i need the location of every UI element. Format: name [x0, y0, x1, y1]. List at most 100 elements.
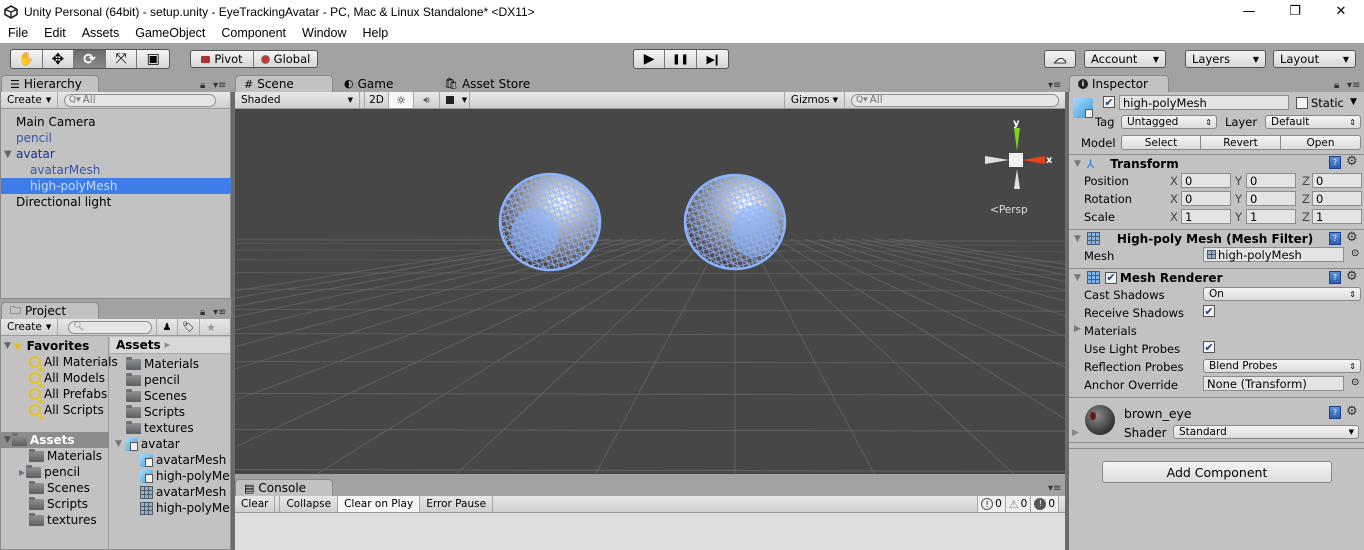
panel-splitter[interactable]: [1065, 92, 1069, 550]
audio-toggle[interactable]: 🔊︎: [414, 92, 440, 108]
tree-folder-item[interactable]: textures: [29, 512, 97, 528]
help-book-icon[interactable]: ?: [1329, 406, 1341, 419]
restore-button[interactable]: ❐: [1272, 0, 1318, 23]
2d-toggle[interactable]: 2D: [364, 92, 389, 108]
cloud-button[interactable]: ☁: [1044, 50, 1076, 68]
account-dropdown[interactable]: Account ▼: [1084, 50, 1166, 68]
panel-splitter[interactable]: [231, 92, 235, 550]
favorite-item[interactable]: All Scripts: [29, 402, 104, 418]
hierarchy-item-directional-light[interactable]: Directional light: [1, 194, 231, 210]
tree-folder-item[interactable]: ▶ pencil: [19, 464, 80, 480]
rotation-z-input[interactable]: 0: [1312, 191, 1362, 206]
transform-header[interactable]: ▼ ⅄ Transform: [1069, 154, 1364, 172]
left-eye-mesh[interactable]: [498, 172, 602, 272]
foldout-arrow-icon[interactable]: ▼: [1074, 273, 1081, 283]
asset-folder[interactable]: Scripts: [126, 404, 185, 420]
asset-folder[interactable]: Scenes: [126, 388, 187, 404]
tab-game[interactable]: ◐ Game: [336, 75, 432, 92]
model-open-button[interactable]: Open: [1281, 135, 1361, 150]
right-eye-mesh[interactable]: [683, 173, 787, 271]
rotate-tool-button[interactable]: ⟳: [74, 50, 106, 68]
filter-by-type-button[interactable]: ♟: [156, 319, 178, 335]
help-book-icon[interactable]: ?: [1329, 232, 1341, 245]
favorite-item[interactable]: All Prefabs: [29, 386, 107, 402]
pivot-toggle[interactable]: Pivot: [191, 51, 255, 67]
rotation-x-input[interactable]: 0: [1181, 191, 1231, 206]
orientation-gizmo[interactable]: y x <Persp: [985, 118, 1053, 216]
scale-z-input[interactable]: 1: [1312, 209, 1362, 224]
effects-toggle[interactable]: [440, 92, 460, 108]
tree-folder-item[interactable]: Scenes: [29, 480, 90, 496]
cast-shadows-dropdown[interactable]: On ⇕: [1203, 287, 1361, 301]
scale-y-input[interactable]: 1: [1246, 209, 1296, 224]
project-create-button[interactable]: Create ▼: [1, 319, 58, 335]
tab-hierarchy[interactable]: ☰ Hierarchy: [1, 75, 99, 92]
foldout-arrow-icon[interactable]: ▼: [1074, 159, 1081, 169]
asset-folder[interactable]: Materials: [126, 356, 199, 372]
favorite-item[interactable]: All Materials: [29, 354, 118, 370]
mesh-renderer-header[interactable]: ▼ ✔ Mesh Renderer: [1069, 268, 1364, 286]
hierarchy-item-pencil[interactable]: pencil: [1, 130, 231, 146]
panel-menu-icon[interactable]: ▾≡: [1347, 80, 1360, 91]
asset-model[interactable]: ▼ avatar: [115, 436, 180, 452]
panel-menu-icon[interactable]: ▾≡: [1048, 80, 1061, 91]
move-tool-button[interactable]: ✥: [43, 50, 75, 68]
position-x-input[interactable]: 0: [1181, 173, 1231, 188]
asset-folder[interactable]: pencil: [126, 372, 180, 388]
foldout-arrow-icon[interactable]: ▼: [1074, 234, 1081, 244]
panel-menu-icon[interactable]: ▾≡: [213, 80, 226, 91]
menu-file[interactable]: File: [0, 26, 36, 40]
layout-dropdown[interactable]: Layout ▼: [1273, 50, 1356, 68]
menu-assets[interactable]: Assets: [74, 26, 128, 40]
project-search-input[interactable]: 🔍︎: [68, 320, 152, 334]
gizmo-neg-y-arrow[interactable]: [1014, 169, 1020, 189]
gizmo-y-arrow[interactable]: [1014, 128, 1020, 151]
pause-button[interactable]: ❚❚: [665, 50, 697, 68]
tab-scene[interactable]: # Scene: [235, 75, 333, 92]
shader-dropdown[interactable]: Standard ▼: [1173, 425, 1359, 439]
position-z-input[interactable]: 0: [1312, 173, 1362, 188]
menu-edit[interactable]: Edit: [36, 26, 74, 40]
hierarchy-item-avatar[interactable]: ▼ avatar: [1, 146, 231, 162]
hand-tool-button[interactable]: ✋: [11, 50, 43, 68]
tree-folder-item[interactable]: Materials: [29, 448, 102, 464]
close-button[interactable]: ✕: [1318, 0, 1364, 23]
help-book-icon[interactable]: ?: [1329, 271, 1341, 284]
gizmo-x-arrow[interactable]: [1022, 156, 1045, 164]
effects-dropdown[interactable]: ▼: [460, 92, 470, 108]
expand-arrow-icon[interactable]: ▼: [4, 435, 11, 445]
material-foldout-arrow-icon[interactable]: ▶: [1072, 428, 1079, 438]
help-book-icon[interactable]: ?: [1329, 156, 1341, 169]
light-probes-checkbox[interactable]: ✔: [1203, 341, 1215, 353]
model-revert-button[interactable]: Revert: [1201, 135, 1281, 150]
static-checkbox[interactable]: [1296, 97, 1308, 109]
error-count-toggle[interactable]: ! 0: [1030, 496, 1059, 512]
gear-icon[interactable]: ⚙: [1346, 154, 1358, 169]
tab-project[interactable]: 🗀 Project: [1, 302, 99, 319]
lock-icon[interactable]: 🔒︎: [200, 80, 205, 91]
position-y-input[interactable]: 0: [1246, 173, 1296, 188]
assets-root-folder[interactable]: ▼ Assets: [1, 432, 109, 448]
menu-window[interactable]: Window: [294, 26, 354, 40]
expand-arrow-icon[interactable]: ▼: [115, 439, 122, 449]
receive-shadows-checkbox[interactable]: ✔: [1203, 305, 1215, 317]
warning-count-toggle[interactable]: ⚠ 0: [1004, 496, 1031, 512]
active-checkbox[interactable]: ✔: [1103, 96, 1115, 108]
console-error-pause-toggle[interactable]: Error Pause: [420, 496, 494, 512]
lock-icon[interactable]: 🔒︎: [1334, 80, 1339, 91]
projection-label[interactable]: <Persp: [990, 204, 1028, 216]
expand-arrow-icon[interactable]: ▼: [4, 341, 11, 351]
tab-console[interactable]: ▤ Console: [235, 479, 333, 496]
lighting-toggle[interactable]: ☼: [389, 92, 414, 108]
gizmo-center-cube[interactable]: [1009, 153, 1023, 167]
gizmos-dropdown[interactable]: Gizmos ▼: [783, 92, 845, 108]
filter-by-label-button[interactable]: 🏷︎: [178, 319, 200, 335]
add-component-button[interactable]: Add Component: [1102, 461, 1332, 483]
tree-folder-item[interactable]: Scripts: [29, 496, 88, 512]
expand-arrow-icon[interactable]: ▶: [19, 468, 25, 477]
console-clear-button[interactable]: Clear: [235, 496, 276, 512]
breadcrumb-assets[interactable]: Assets: [116, 338, 161, 352]
favorite-item[interactable]: All Models: [29, 370, 105, 386]
object-name-input[interactable]: high-polyMesh: [1119, 95, 1289, 110]
console-clear-on-play-toggle[interactable]: Clear on Play: [338, 496, 421, 512]
